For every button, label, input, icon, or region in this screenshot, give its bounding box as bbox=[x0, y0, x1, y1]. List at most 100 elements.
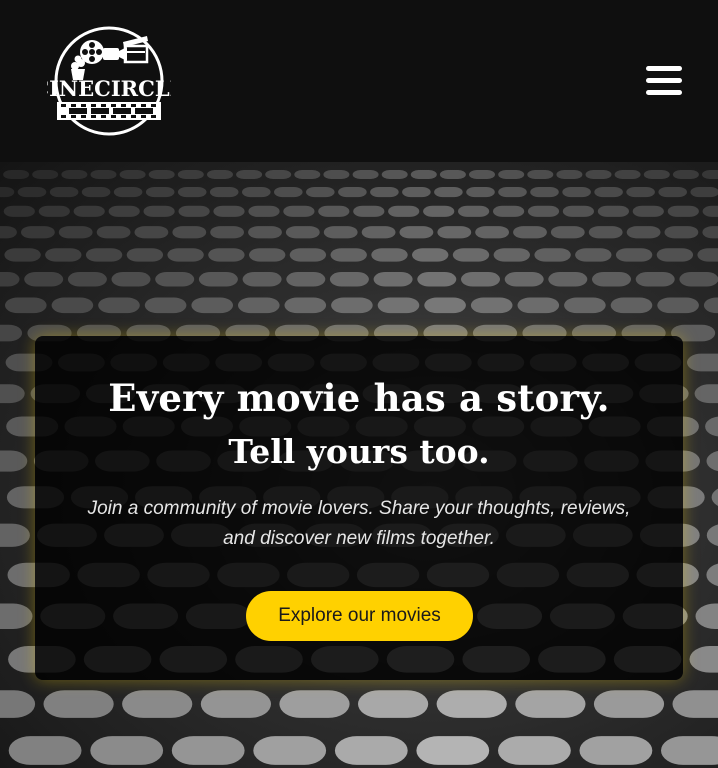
theater-seat bbox=[167, 248, 204, 262]
theater-seat bbox=[527, 205, 560, 217]
theater-seat bbox=[3, 205, 35, 217]
theater-seat bbox=[145, 187, 175, 198]
theater-seat bbox=[493, 248, 530, 262]
theater-seat bbox=[45, 248, 82, 262]
theater-seat bbox=[242, 187, 271, 198]
theater-seat bbox=[687, 353, 718, 372]
theater-seat bbox=[0, 384, 25, 404]
theater-seat bbox=[658, 187, 687, 198]
theater-seat bbox=[17, 187, 47, 198]
theater-seat bbox=[498, 187, 527, 198]
theater-seat bbox=[689, 646, 718, 673]
theater-seat bbox=[461, 272, 500, 287]
theater-seat bbox=[148, 170, 175, 179]
theater-seat bbox=[667, 205, 699, 217]
hamburger-icon-bar bbox=[646, 78, 682, 83]
hero-section: Every movie has a story. Tell yours too.… bbox=[0, 162, 718, 768]
theater-seat bbox=[0, 324, 23, 342]
theater-seat bbox=[208, 248, 245, 262]
theater-seat bbox=[323, 226, 358, 239]
theater-seat bbox=[548, 272, 588, 287]
theater-seat bbox=[352, 170, 379, 179]
theater-seat bbox=[73, 205, 105, 217]
hero-subheadline: Tell yours too. bbox=[228, 432, 490, 471]
theater-seat bbox=[626, 187, 655, 198]
theater-seat bbox=[515, 690, 586, 718]
theater-seat bbox=[706, 563, 718, 587]
theater-seat bbox=[248, 226, 282, 239]
theater-seat bbox=[423, 205, 455, 217]
theater-seat bbox=[177, 187, 207, 198]
theater-seat bbox=[575, 248, 612, 262]
theater-seat bbox=[5, 297, 47, 314]
theater-seat bbox=[672, 690, 718, 718]
theater-seat bbox=[38, 205, 70, 217]
hamburger-icon-bar bbox=[646, 90, 682, 95]
theater-seat bbox=[191, 297, 233, 314]
theater-seat bbox=[113, 187, 143, 198]
theater-seat bbox=[370, 187, 399, 198]
theater-seat bbox=[437, 226, 472, 239]
theater-seat bbox=[610, 297, 653, 314]
theater-seat bbox=[178, 205, 210, 217]
theater-seat bbox=[61, 170, 88, 179]
theater-seat bbox=[410, 170, 437, 179]
theater-seat bbox=[122, 690, 193, 718]
theater-seat bbox=[702, 170, 718, 179]
theater-seat bbox=[32, 170, 59, 179]
theater-seat bbox=[517, 297, 560, 314]
theater-seat bbox=[289, 248, 327, 262]
theater-seat bbox=[564, 297, 606, 314]
theater-seat bbox=[416, 736, 490, 765]
site-header: CINECIRCLE bbox=[0, 0, 718, 162]
theater-seat bbox=[49, 187, 79, 198]
theater-seat bbox=[90, 736, 164, 765]
theater-seat bbox=[144, 297, 187, 314]
theater-seat bbox=[424, 297, 466, 314]
hamburger-menu-button[interactable] bbox=[646, 64, 682, 98]
explore-movies-button[interactable]: Explore our movies bbox=[246, 591, 473, 641]
theater-seat bbox=[498, 736, 571, 765]
theater-seat bbox=[3, 170, 30, 179]
theater-seat bbox=[283, 205, 315, 217]
theater-seat bbox=[306, 187, 335, 198]
theater-seat bbox=[434, 187, 463, 198]
theater-seat bbox=[108, 205, 140, 217]
theater-seat bbox=[90, 170, 117, 179]
theater-seat bbox=[134, 226, 169, 239]
theater-seat bbox=[329, 272, 369, 287]
theater-seat bbox=[67, 272, 107, 287]
logo-wordmark: CINECIRCLE bbox=[47, 76, 171, 101]
theater-seat bbox=[198, 272, 238, 287]
theater-seat bbox=[470, 297, 513, 314]
theater-seat bbox=[513, 226, 547, 239]
theater-seat bbox=[594, 187, 623, 198]
theater-seat bbox=[556, 170, 583, 179]
theater-seat bbox=[388, 205, 420, 217]
theater-seat bbox=[209, 187, 239, 198]
theater-seat bbox=[85, 248, 123, 262]
theater-seat bbox=[338, 187, 367, 198]
theater-seat bbox=[458, 205, 490, 217]
theater-seat bbox=[0, 690, 36, 718]
theater-seat bbox=[656, 248, 694, 262]
cinecircle-logo[interactable]: CINECIRCLE bbox=[47, 24, 171, 138]
theater-seat bbox=[353, 205, 385, 217]
theater-seat bbox=[318, 205, 350, 217]
theater-seat bbox=[371, 248, 408, 262]
theater-seat bbox=[632, 205, 664, 217]
theater-seat bbox=[0, 603, 33, 629]
theater-seat bbox=[614, 170, 641, 179]
theater-seat bbox=[43, 690, 114, 718]
theater-seat bbox=[253, 736, 327, 765]
theater-seat bbox=[530, 187, 559, 198]
theater-seat bbox=[330, 248, 367, 262]
theater-seat bbox=[210, 226, 244, 239]
theater-seat bbox=[694, 384, 718, 404]
theater-seat bbox=[657, 297, 699, 314]
theater-seat bbox=[697, 248, 718, 262]
theater-seat bbox=[562, 205, 594, 217]
hero-headline: Every movie has a story. bbox=[108, 376, 610, 420]
theater-seat bbox=[626, 226, 661, 239]
theater-seat bbox=[286, 272, 326, 287]
